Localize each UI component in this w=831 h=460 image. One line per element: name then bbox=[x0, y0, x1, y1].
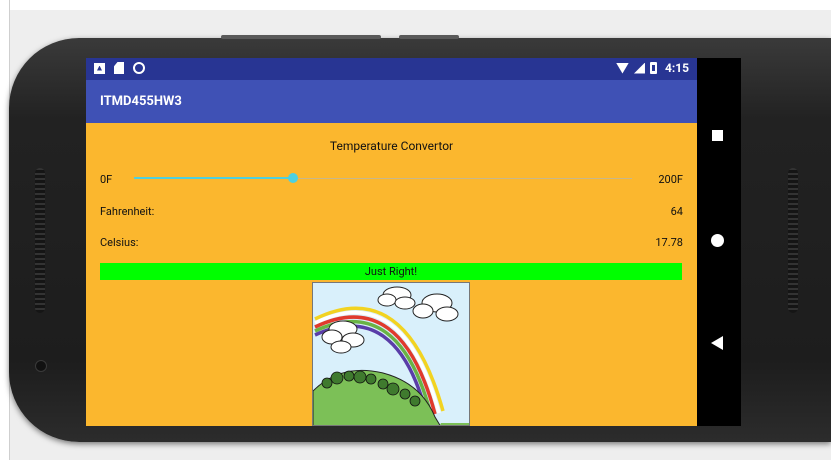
converter-heading: Temperature Convertor bbox=[329, 139, 454, 153]
circle-notification-icon bbox=[133, 62, 145, 74]
speaker-right bbox=[788, 168, 798, 313]
navigation-bar bbox=[697, 58, 741, 426]
back-icon[interactable] bbox=[711, 336, 723, 350]
celsius-label: Celsius: bbox=[100, 236, 139, 249]
power-button bbox=[399, 35, 459, 39]
app-bar: ITMD455HW3 bbox=[86, 80, 697, 123]
volume-button bbox=[221, 35, 381, 39]
slider-max-label: 200F bbox=[658, 173, 683, 186]
android-notification-icon bbox=[94, 62, 105, 74]
slider-track-inactive bbox=[293, 177, 632, 179]
celsius-value: 17.78 bbox=[655, 236, 683, 249]
device-screen: 4:15 ITMD455HW3 Temperature Convertor 0F… bbox=[86, 58, 697, 426]
temperature-slider[interactable] bbox=[134, 173, 632, 183]
status-bar: 4:15 bbox=[86, 58, 697, 80]
status-right-icons: 4:15 bbox=[615, 61, 689, 75]
app-title: ITMD455HW3 bbox=[100, 94, 182, 109]
status-clock: 4:15 bbox=[664, 61, 689, 75]
slider-thumb[interactable] bbox=[288, 173, 298, 183]
slider-min-label: 0F bbox=[100, 173, 113, 186]
battery-icon bbox=[649, 62, 657, 74]
status-left-icons bbox=[94, 62, 145, 74]
fahrenheit-label: Fahrenheit: bbox=[100, 205, 155, 218]
window-top-strip bbox=[10, 0, 831, 10]
home-icon[interactable] bbox=[711, 234, 724, 247]
speaker-left bbox=[35, 168, 45, 313]
wifi-icon bbox=[615, 62, 629, 74]
slider-track-active bbox=[134, 177, 293, 179]
sd-card-icon bbox=[114, 62, 124, 74]
front-camera bbox=[35, 360, 47, 372]
rainbow-landscape-image bbox=[312, 282, 470, 426]
fahrenheit-value: 64 bbox=[670, 205, 683, 218]
status-message: Just Right! bbox=[100, 263, 682, 280]
recent-apps-icon[interactable] bbox=[712, 130, 723, 141]
signal-icon bbox=[633, 62, 645, 74]
